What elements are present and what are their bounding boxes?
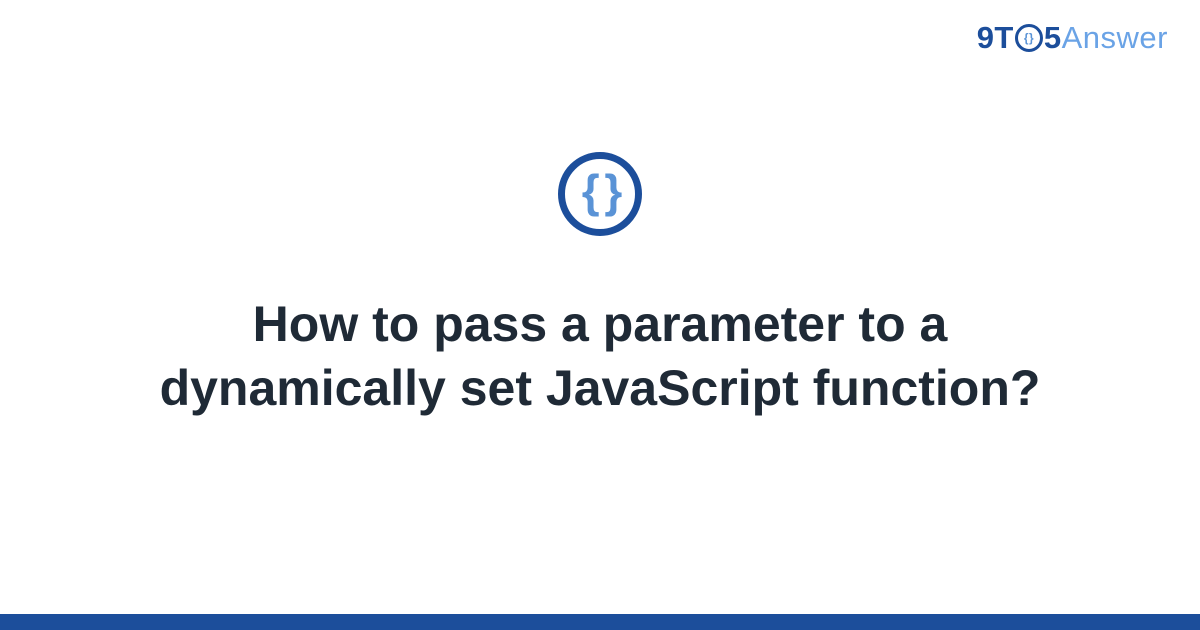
main-content: { } How to pass a parameter to a dynamic… xyxy=(0,0,1200,630)
braces-icon: { } xyxy=(558,152,642,236)
footer-bar xyxy=(0,614,1200,630)
braces-glyph: { } xyxy=(582,168,619,214)
question-title: How to pass a parameter to a dynamically… xyxy=(120,292,1080,420)
